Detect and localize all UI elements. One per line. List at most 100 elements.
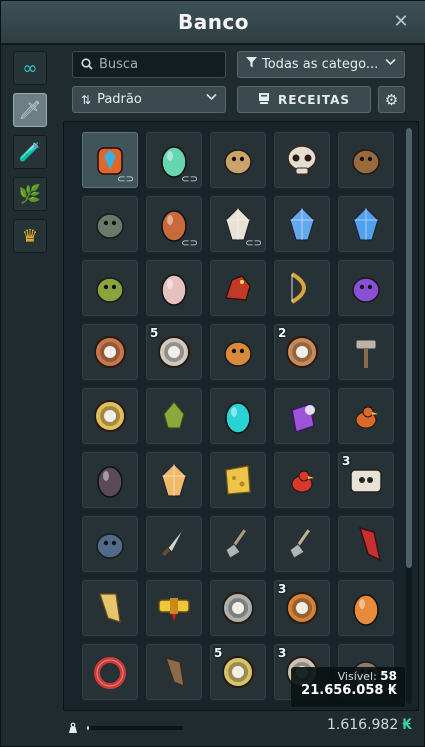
- category-filter-label: Todas as catego...: [262, 57, 379, 72]
- ribbon-icon: [90, 588, 130, 628]
- wing-coin-icon: [218, 652, 258, 692]
- inventory-slot[interactable]: 2: [274, 324, 330, 380]
- inventory-slot[interactable]: [274, 260, 330, 316]
- sword-icon: 🗡: [18, 99, 42, 121]
- bird-icon: [282, 460, 322, 500]
- inventory-slot[interactable]: ⊂⊃: [146, 196, 202, 252]
- weight-icon: [67, 722, 79, 737]
- skull-icon: [282, 140, 322, 180]
- inventory-slot[interactable]: [338, 580, 394, 636]
- item-quantity: 3: [278, 582, 287, 596]
- inventory-slot[interactable]: [82, 580, 138, 636]
- inventory-slot[interactable]: 3: [274, 580, 330, 636]
- inventory-slot[interactable]: [146, 580, 202, 636]
- potion-icon: 🧪: [18, 141, 42, 163]
- settings-button[interactable]: ⚙: [378, 86, 405, 113]
- inventory-slot[interactable]: ⊂⊃: [82, 132, 138, 188]
- category-filter-dropdown[interactable]: Todas as catego...: [237, 51, 405, 78]
- inventory-slot[interactable]: 5: [210, 644, 266, 700]
- inventory-slot[interactable]: [82, 516, 138, 572]
- inventory-slot[interactable]: [274, 132, 330, 188]
- inventory-slot[interactable]: [82, 196, 138, 252]
- crown-icon: ♛: [21, 225, 39, 247]
- visible-kamas-value: 21.656.058: [301, 683, 384, 698]
- inventory-slot[interactable]: [82, 324, 138, 380]
- inventory-slot[interactable]: [82, 452, 138, 508]
- recipe-book-icon: [258, 92, 270, 108]
- inventory-slot[interactable]: [274, 452, 330, 508]
- inventory-slot[interactable]: [274, 388, 330, 444]
- search-input[interactable]: [99, 57, 219, 72]
- inventory-slot[interactable]: [338, 324, 394, 380]
- monkey-icon: [346, 140, 386, 180]
- inventory-slot[interactable]: [274, 516, 330, 572]
- inventory-slot[interactable]: [82, 644, 138, 700]
- inventory-slot[interactable]: [146, 452, 202, 508]
- item-quantity: 2: [278, 326, 287, 340]
- inventory-slot[interactable]: 3: [338, 452, 394, 508]
- inventory-slot[interactable]: [146, 644, 202, 700]
- scrollbar[interactable]: [406, 128, 412, 704]
- total-kamas: 1.616.982: [326, 717, 399, 733]
- kamas-icon: ₭: [402, 717, 412, 733]
- egg-icon: [346, 588, 386, 628]
- knife-icon: [154, 524, 194, 564]
- shovel-icon: [282, 524, 322, 564]
- egg-icon: [218, 396, 258, 436]
- inventory-slot[interactable]: [338, 196, 394, 252]
- creature-icon: [218, 140, 258, 180]
- inventory-slot[interactable]: [210, 580, 266, 636]
- egg-icon: [154, 268, 194, 308]
- inventory-slot[interactable]: [82, 260, 138, 316]
- inventory-slot[interactable]: [274, 196, 330, 252]
- ring-icon: [90, 652, 130, 692]
- creature-icon: [346, 268, 386, 308]
- search-box[interactable]: [72, 51, 226, 78]
- root-icon: [154, 652, 194, 692]
- sidebar-tab-quest[interactable]: ♛: [13, 219, 47, 253]
- inventory-slot[interactable]: [210, 388, 266, 444]
- link-icon: ⊂⊃: [245, 238, 262, 249]
- kamas-icon: ₭: [387, 683, 397, 698]
- inventory-slot[interactable]: ⊂⊃: [146, 132, 202, 188]
- visible-summary: Visível: 58 21.656.058 ₭: [291, 667, 405, 707]
- inventory-slot[interactable]: [210, 324, 266, 380]
- crystal-icon: [154, 460, 194, 500]
- recipes-label: RECEITAS: [277, 92, 351, 107]
- recipes-button[interactable]: RECEITAS: [237, 86, 371, 113]
- creature-icon: [90, 268, 130, 308]
- inventory-slot[interactable]: [338, 260, 394, 316]
- close-icon[interactable]: ✕: [390, 11, 412, 33]
- sidebar-tab-all[interactable]: ∞: [13, 51, 47, 85]
- inventory-slot[interactable]: [210, 452, 266, 508]
- scrollbar-thumb[interactable]: [406, 128, 412, 568]
- inventory-slot[interactable]: [338, 388, 394, 444]
- inventory-slot[interactable]: [210, 260, 266, 316]
- weight-bar-fill: [87, 726, 89, 730]
- inventory-slot[interactable]: [338, 516, 394, 572]
- inventory-slot[interactable]: [210, 132, 266, 188]
- shield-coin-icon: [218, 588, 258, 628]
- inventory-slot[interactable]: [146, 516, 202, 572]
- inventory-slot[interactable]: [82, 388, 138, 444]
- creature-icon: [90, 204, 130, 244]
- cheese-icon: [218, 460, 258, 500]
- title-bar[interactable]: Banco ✕: [1, 1, 425, 45]
- sidebar-tab-equipment[interactable]: 🗡: [13, 93, 47, 127]
- inventory-slot[interactable]: ⊂⊃: [210, 196, 266, 252]
- inventory-slot[interactable]: [146, 260, 202, 316]
- inventory-slot[interactable]: [146, 388, 202, 444]
- inventory-slot[interactable]: [210, 516, 266, 572]
- visible-label: Visível:: [337, 670, 377, 683]
- item-grid-panel: ⊂⊃ ⊂⊃ ⊂⊃ ⊂⊃ 5 2 3 3 5 3: [63, 121, 419, 711]
- gear-icon: ⚙: [384, 90, 399, 109]
- item-quantity: 3: [342, 454, 351, 468]
- sort-dropdown[interactable]: ⇅ Padrão: [72, 86, 226, 113]
- inventory-slot[interactable]: [338, 132, 394, 188]
- belt-icon: [154, 588, 194, 628]
- sidebar-tab-resources[interactable]: 🌿: [13, 177, 47, 211]
- sidebar-tab-consumables[interactable]: 🧪: [13, 135, 47, 169]
- footer: 1.616.982 ₭: [1, 713, 425, 747]
- visible-count: 58: [380, 669, 397, 683]
- inventory-slot[interactable]: 5: [146, 324, 202, 380]
